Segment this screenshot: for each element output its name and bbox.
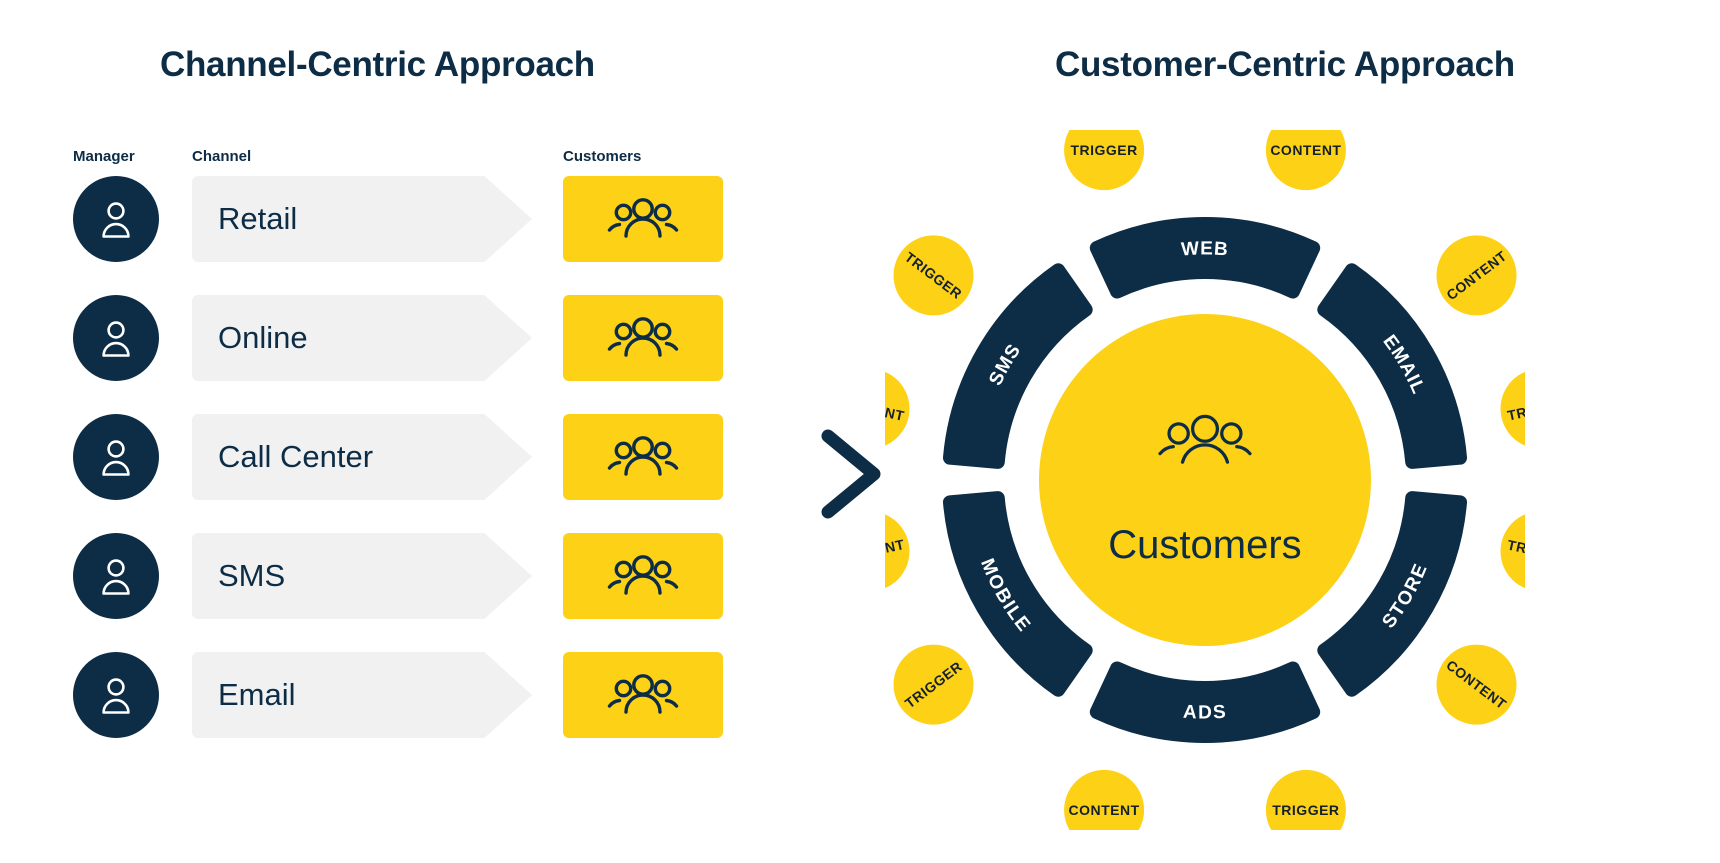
manager-avatar — [73, 414, 159, 500]
channel-bar[interactable]: SMS — [192, 533, 532, 619]
infographic-canvas: Channel-Centric Approach Customer-Centri… — [0, 0, 1720, 863]
bubble-disc — [1064, 769, 1145, 830]
bubble-label: CONTENT — [1270, 142, 1341, 158]
column-header-manager: Manager — [73, 148, 135, 165]
channel-label: SMS — [218, 558, 286, 593]
channel-label: Email — [218, 677, 296, 712]
person-icon — [99, 557, 133, 595]
bubble-label: TRIGGER — [1070, 142, 1137, 158]
column-header-channel: Channel — [192, 148, 252, 165]
satellite-bubble[interactable]: CONTENT — [1265, 130, 1346, 191]
bubble-label: TRIGGER — [1272, 802, 1339, 818]
left-panel-title: Channel-Centric Approach — [160, 45, 595, 84]
satellite-bubble[interactable]: TRIGGER — [1500, 511, 1526, 591]
right-panel-title: Customer-Centric Approach — [1055, 45, 1515, 84]
customer-tile — [563, 176, 723, 262]
channel-row: Email — [0, 652, 760, 738]
customer-group-icon — [606, 195, 680, 243]
person-icon — [99, 676, 133, 714]
customer-tile — [563, 652, 723, 738]
bubble-disc — [1265, 130, 1346, 191]
manager-avatar — [73, 176, 159, 262]
channel-label: Retail — [218, 201, 298, 236]
customer-group-icon — [606, 433, 680, 481]
center-customers-label: Customers — [1108, 523, 1301, 567]
satellite-bubble[interactable]: TRIGGER — [1064, 130, 1145, 191]
satellite-bubble[interactable]: TRIGGER — [893, 644, 974, 725]
customer-group-icon — [606, 552, 680, 600]
satellite-bubble[interactable]: CONTENT — [1064, 769, 1145, 830]
channel-label: Online — [218, 320, 308, 355]
person-icon — [99, 319, 133, 357]
customer-centric-wheel: WEB EMAIL STORE ADS MOBILE SMS Customers TRIG… — [885, 130, 1525, 830]
bubble-label: CONTENT — [1069, 802, 1140, 818]
center-customer-disc — [1039, 314, 1371, 646]
customer-tile — [563, 414, 723, 500]
manager-avatar — [73, 295, 159, 381]
channel-arc-segment[interactable] — [1089, 661, 1321, 743]
person-icon — [99, 438, 133, 476]
channel-arc-label: ADS — [1182, 702, 1227, 724]
satellite-bubble[interactable]: CONTENT — [1436, 644, 1517, 725]
channel-bar[interactable]: Online — [192, 295, 532, 381]
bubble-disc — [1265, 769, 1346, 830]
channel-arc-label: WEB — [1180, 238, 1229, 260]
person-icon — [99, 200, 133, 238]
satellite-bubble[interactable]: CONTENT — [1436, 235, 1517, 316]
satellite-bubble[interactable]: CONTENT — [885, 369, 910, 449]
bubble-disc — [1064, 130, 1145, 191]
customer-tile — [563, 533, 723, 619]
channel-bar[interactable]: Email — [192, 652, 532, 738]
customer-group-icon — [606, 314, 680, 362]
customer-group-icon — [606, 671, 680, 719]
channel-row: Online — [0, 295, 760, 381]
channel-row: Call Center — [0, 414, 760, 500]
chevron-right-icon — [820, 428, 882, 520]
satellite-bubble[interactable]: CONTENT — [885, 511, 910, 591]
channel-row: Retail — [0, 176, 760, 262]
satellite-bubble[interactable]: TRIGGER — [893, 235, 974, 316]
customer-tile — [563, 295, 723, 381]
satellite-bubble[interactable]: TRIGGER — [1265, 769, 1346, 830]
manager-avatar — [73, 652, 159, 738]
channel-bar[interactable]: Call Center — [192, 414, 532, 500]
channel-bar[interactable]: Retail — [192, 176, 532, 262]
manager-avatar — [73, 533, 159, 619]
channel-row: SMS — [0, 533, 760, 619]
satellite-bubble[interactable]: TRIGGER — [1500, 369, 1526, 449]
column-header-customers: Customers — [563, 148, 642, 165]
channel-label: Call Center — [218, 439, 374, 474]
